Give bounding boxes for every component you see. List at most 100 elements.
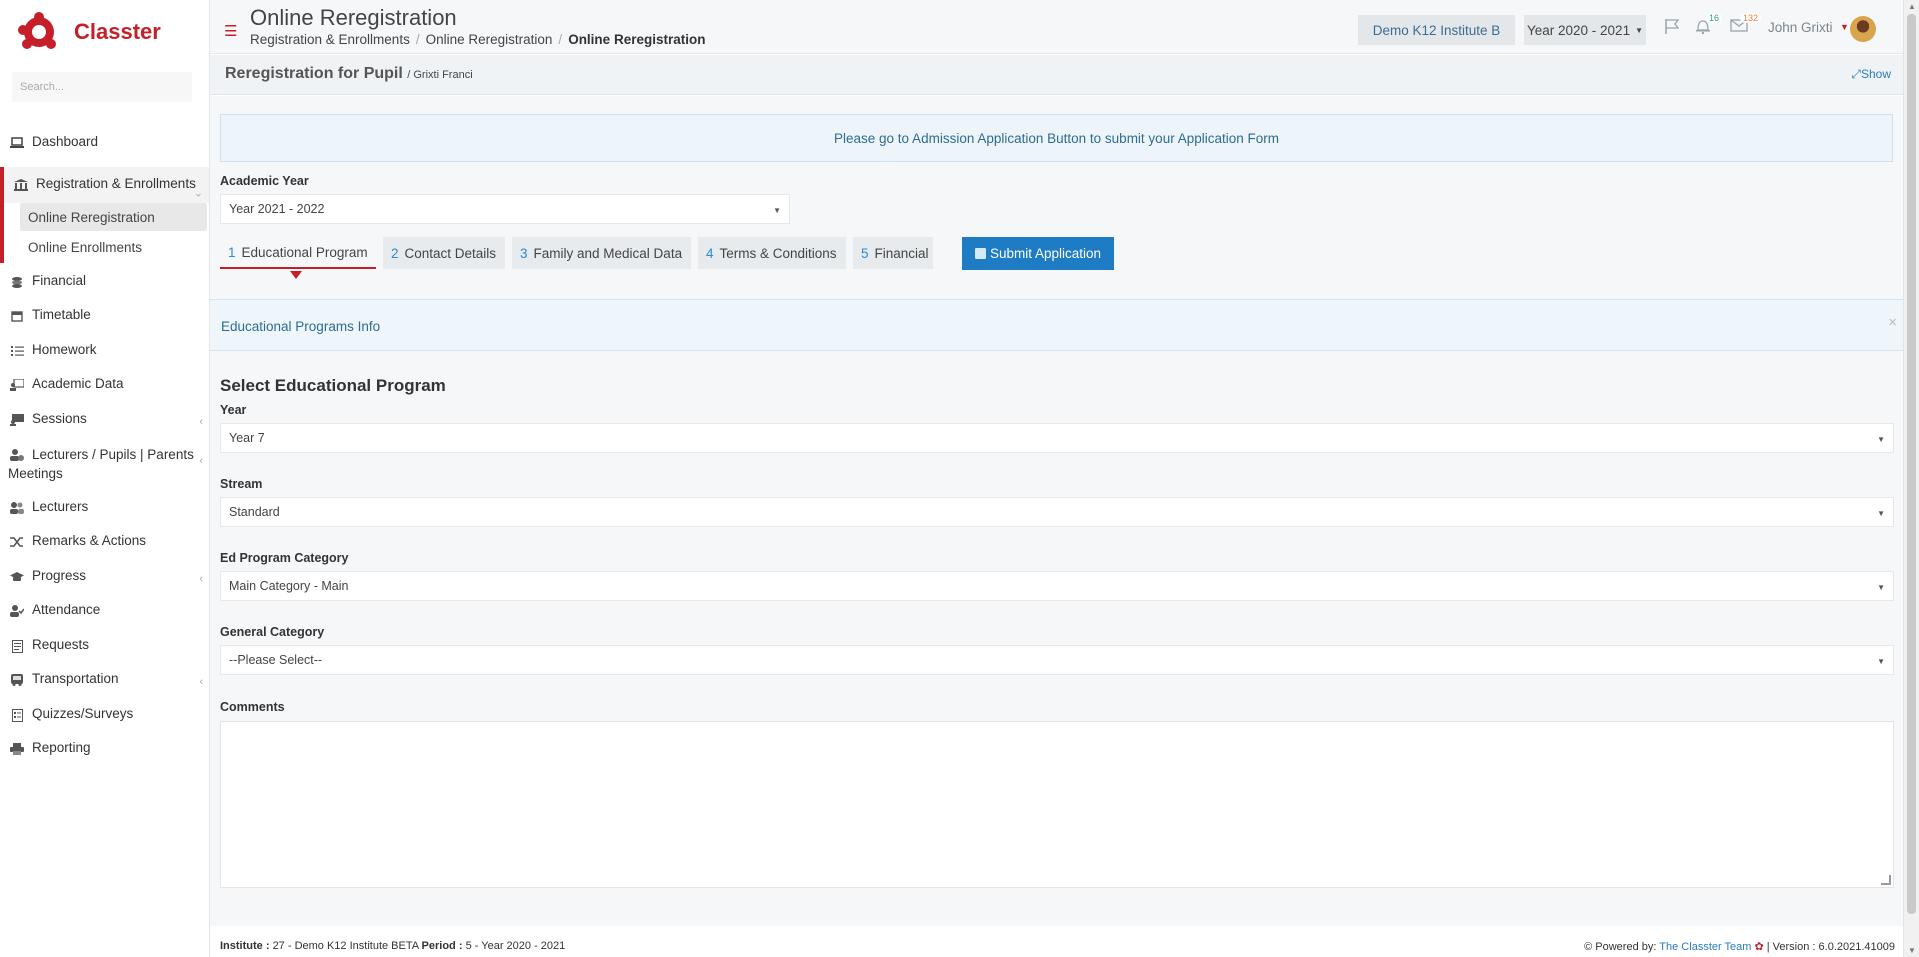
registration-submenu: Online Reregistration Online Enrollments (0, 203, 209, 263)
calendar-icon (8, 309, 26, 323)
sidebar-subitem-online-enrollments[interactable]: Online Enrollments (4, 231, 209, 263)
year-selector-button[interactable]: Year 2020 - 2021 ▼ (1524, 15, 1646, 45)
institute-selector-button[interactable]: Demo K12 Institute B (1358, 15, 1515, 45)
institution-icon (12, 178, 30, 192)
section-title: Reregistration for Pupil / Grixti Franci (225, 65, 473, 82)
sidebar-item-attendance[interactable]: Attendance (0, 592, 209, 627)
scrollbar-thumb[interactable] (1907, 14, 1916, 914)
comments-label: Comments (220, 700, 285, 714)
classter-logo-icon (18, 12, 58, 51)
sidebar-item-homework[interactable]: Homework (0, 332, 209, 366)
caret-down-icon: ▼ (1877, 435, 1885, 444)
show-button[interactable]: ⤢Show (1851, 67, 1891, 82)
footer-credits: © Powered by: The Classter Team ✿ | Vers… (1584, 941, 1895, 953)
ed-program-category-select[interactable]: Main Category - Main ▼ (220, 571, 1894, 601)
breadcrumb-item[interactable]: Registration & Enrollments (250, 32, 410, 47)
caret-down-icon: ▼ (1877, 583, 1885, 592)
tab-financial[interactable]: 5 Financial (853, 237, 933, 269)
chevron-left-icon: ‹ (199, 416, 203, 428)
sidebar-item-sessions[interactable]: Sessions ‹ (0, 401, 209, 435)
chevron-down-icon: ⌄ (193, 187, 203, 200)
users-icon (8, 501, 26, 515)
checklist-icon (8, 708, 26, 722)
breadcrumb-current: Online Reregistration (568, 32, 706, 47)
expand-icon: ⤢ (1851, 67, 1861, 81)
sidebar-item-meetings[interactable]: Lecturers / Pupils | Parents Meetings ‹ (0, 435, 209, 489)
section-header: Reregistration for Pupil / Grixti Franci… (210, 55, 1903, 95)
sidebar-item-registration[interactable]: Registration & Enrollments ⌄ (0, 167, 209, 203)
notifications-badge: 16 (1706, 13, 1723, 23)
submit-application-button[interactable]: Submit Application (962, 237, 1114, 270)
user-check-icon (8, 604, 26, 618)
user-name[interactable]: John Grixti (1768, 20, 1833, 35)
year-label: Year (220, 403, 247, 417)
sidebar-item-remarks[interactable]: Remarks & Actions (0, 523, 209, 558)
sidebar-item-academic-data[interactable]: Academic Data (0, 366, 209, 401)
footer: Institute : 27 - Demo K12 Institute BETA… (210, 933, 1903, 957)
chevron-left-icon: ‹ (199, 455, 203, 467)
sidebar-item-progress[interactable]: Progress ‹ (0, 558, 209, 592)
close-icon[interactable]: × (1888, 314, 1897, 331)
section-heading: Select Educational Program (220, 376, 446, 395)
caret-down-icon: ▼ (1877, 509, 1885, 518)
info-alert: Please go to Admission Application Butto… (220, 114, 1893, 162)
scroll-up-icon[interactable]: ▲ (1908, 2, 1916, 11)
sidebar-item-quizzes[interactable]: Quizzes/Surveys (0, 696, 209, 730)
sidebar-item-timetable[interactable]: Timetable (0, 297, 209, 332)
presentation-icon (8, 413, 26, 427)
list-icon (8, 344, 26, 358)
sidebar-item-requests[interactable]: Requests (0, 627, 209, 661)
sidebar-item-transportation[interactable]: Transportation ‹ (0, 661, 209, 696)
top-header: ☰ Online Reregistration Registration & E… (210, 0, 1919, 54)
copyright-icon: © (1584, 941, 1593, 953)
laptop-icon (8, 136, 26, 150)
sidebar-item-lecturers[interactable]: Lecturers (0, 489, 209, 523)
footer-info: Institute : 27 - Demo K12 Institute BETA… (220, 940, 566, 952)
resize-handle-icon[interactable] (1881, 875, 1891, 885)
tab-family-medical[interactable]: 3 Family and Medical Data (512, 237, 691, 269)
comments-textarea[interactable] (220, 721, 1894, 888)
stream-label: Stream (220, 477, 263, 491)
sidebar-subitem-online-reregistration[interactable]: Online Reregistration (20, 203, 207, 231)
messages-badge: 132 (1740, 13, 1762, 23)
academic-year-label: Academic Year (220, 174, 309, 188)
main-content: Please go to Admission Application Butto… (210, 96, 1903, 926)
shuffle-icon (8, 535, 26, 549)
breadcrumb-item[interactable]: Online Reregistration (426, 32, 553, 47)
educational-programs-info-alert: Educational Programs Info × (210, 299, 1903, 351)
document-icon (8, 639, 26, 653)
sidebar-item-financial[interactable]: Financial (0, 263, 209, 297)
avatar[interactable] (1850, 16, 1876, 42)
graduation-cap-icon (8, 570, 26, 584)
search-input[interactable] (12, 72, 192, 102)
ed-program-category-label: Ed Program Category (220, 551, 349, 565)
sidebar-item-dashboard[interactable]: Dashboard (0, 134, 209, 159)
tab-terms-conditions[interactable]: 4 Terms & Conditions (698, 237, 846, 269)
general-category-select[interactable]: --Please Select-- ▼ (220, 645, 1894, 675)
sidebar-item-reporting[interactable]: Reporting (0, 730, 209, 764)
sidebar: Classter Dashboard Registration & Enroll… (0, 0, 210, 957)
classter-logo-icon: ✿ (1754, 941, 1764, 953)
printer-icon (8, 742, 26, 756)
year-select[interactable]: Year 7 ▼ (220, 423, 1894, 453)
tab-educational-program[interactable]: 1 Educational Program (220, 237, 376, 269)
chevron-left-icon: ‹ (199, 676, 203, 688)
coins-icon (8, 275, 26, 289)
bus-icon (8, 673, 26, 687)
page-title: Online Reregistration (250, 5, 457, 30)
caret-down-icon[interactable]: ▼ (1840, 22, 1849, 32)
save-icon (974, 248, 986, 259)
chalkboard-user-icon (8, 378, 26, 392)
academic-year-select[interactable]: Year 2021 - 2022 ▼ (220, 194, 790, 224)
flag-icon[interactable] (1664, 18, 1680, 40)
classter-team-link[interactable]: The Classter Team (1659, 941, 1751, 953)
caret-down-icon: ▼ (773, 206, 781, 215)
vertical-scrollbar[interactable]: ▲ ▼ (1903, 0, 1919, 957)
tab-contact-details[interactable]: 2 Contact Details (383, 237, 505, 269)
user-clock-icon (8, 448, 26, 462)
logo[interactable]: Classter (0, 0, 209, 64)
menu-toggle-icon[interactable]: ☰ (224, 22, 237, 40)
stream-select[interactable]: Standard ▼ (220, 497, 1894, 527)
breadcrumb: Registration & Enrollments / Online Reregi… (250, 32, 706, 47)
scroll-down-icon[interactable]: ▼ (1908, 946, 1916, 955)
